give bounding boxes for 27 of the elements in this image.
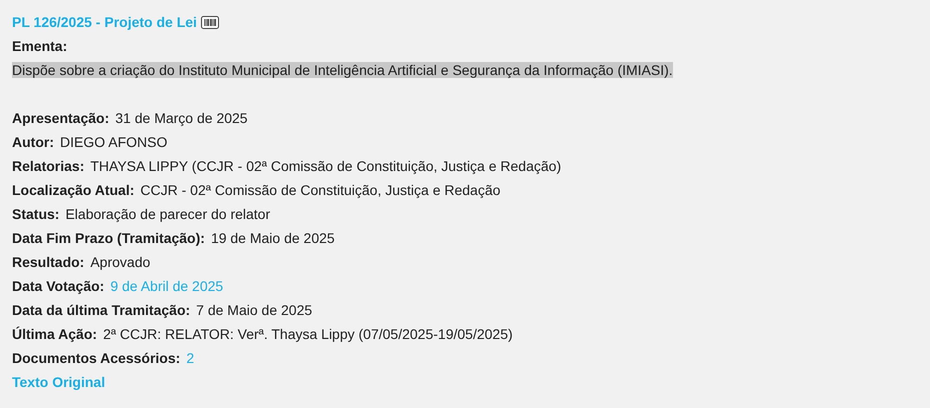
field-label: Última Ação: (12, 325, 98, 344)
field-label: Resultado: (12, 253, 84, 272)
original-text-link[interactable]: Texto Original (12, 374, 106, 390)
field-link[interactable]: 9 de Abril de 2025 (110, 274, 224, 298)
field-link[interactable]: 2 (186, 346, 194, 370)
field-value: CCJR - 02ª Comissão de Constituição, Justiça e Redação (140, 181, 500, 200)
field-value: Aprovado (90, 253, 150, 272)
field-value: 2ª CCJR: RELATOR: Verª. Thaysa Lippy (07/05/2025-19/05/2025) (103, 325, 513, 344)
field-label: Autor: (12, 133, 54, 152)
summary-text: Dispõe sobre a criação do Instituto Municipal de Inteligência Artificial e Segurança da Informação (IMIASI). (12, 62, 673, 78)
field-value: THAYSA LIPPY (CCJR - 02ª Comissão de Constituição, Justiça e Redação) (90, 157, 562, 176)
field-label: Data da última Tramitação: (12, 301, 190, 320)
field-value: 7 de Maio de 2025 (196, 301, 312, 320)
field-value: Elaboração de parecer do relator (65, 205, 270, 224)
field-label: Documentos Acessórios: (12, 349, 180, 368)
field-value: 31 de Março de 2025 (115, 109, 248, 128)
field-value: 19 de Maio de 2025 (210, 229, 335, 248)
field-label: Relatorias: (12, 157, 84, 176)
field-value: DIEGO AFONSO (60, 133, 168, 152)
field-label: Localização Atual: (12, 181, 134, 200)
field-label: Data Fim Prazo (Tramitação): (12, 229, 205, 248)
bill-title: PL 126/2025 - Projeto de Lei (12, 13, 197, 32)
field-label: Ementa: (12, 37, 68, 56)
field-label: Data Votação: (12, 277, 104, 296)
barcode-icon[interactable] (200, 16, 219, 28)
field-label: Status: (12, 205, 60, 224)
field-label: Apresentação: (12, 109, 110, 128)
